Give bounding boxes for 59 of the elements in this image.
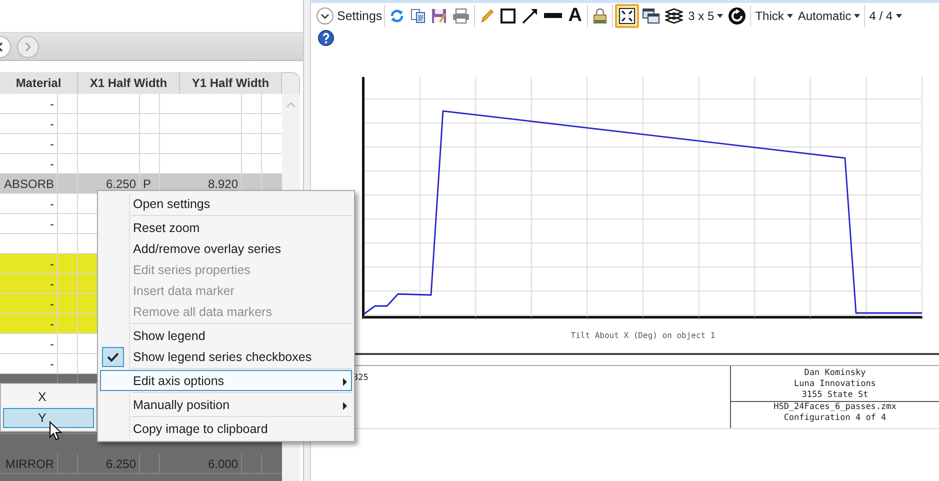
menu-item-label: Open settings xyxy=(133,196,210,210)
table-cell: - xyxy=(50,296,54,310)
dropdown-button[interactable]: 4 / 4 xyxy=(867,5,904,27)
table-cell: - xyxy=(50,256,54,270)
table-cell: P xyxy=(143,176,152,190)
menu-item[interactable]: Add/remove overlay series xyxy=(100,238,352,259)
table-cell: - xyxy=(50,156,54,170)
menu-item-label: Manually position xyxy=(133,398,230,412)
text-tool-button[interactable]: A xyxy=(565,4,586,28)
table-row[interactable]: - xyxy=(0,94,282,114)
menu-item-label: Add/remove overlay series xyxy=(133,242,281,256)
menu-item[interactable]: Copy image to clipboard xyxy=(100,418,352,439)
axis-title: Tilt About X (Deg) on object 1 xyxy=(570,331,716,340)
table-cell: - xyxy=(50,356,54,370)
table-cell: MIRROR xyxy=(5,456,54,470)
title-block-text: 3155 State St xyxy=(802,390,868,401)
table-cell: 6.250 xyxy=(106,456,136,470)
table-cell: - xyxy=(50,196,54,210)
table-cell: - xyxy=(50,276,54,290)
column-header[interactable]: X1 Half Width xyxy=(78,72,180,94)
menu-item-label: Edit axis options xyxy=(133,374,224,388)
menu-item-label: Show legend xyxy=(133,328,206,342)
menu-item[interactable]: X xyxy=(3,387,94,407)
title-block-text: Luna Innovations xyxy=(794,379,876,390)
table-cell: 8.920 xyxy=(208,176,238,190)
table-cell: - xyxy=(50,136,54,150)
menu-item[interactable]: Reset zoom xyxy=(100,217,352,238)
table-cell: ABSORB xyxy=(4,176,54,190)
table-cell: - xyxy=(50,316,54,330)
menu-item-label: Edit series properties xyxy=(133,262,250,276)
menu-item[interactable]: Open settings xyxy=(100,193,352,214)
table-cell: 6.000 xyxy=(208,456,238,470)
table-row[interactable]: - xyxy=(0,134,282,154)
column-header[interactable]: Y1 Half Width xyxy=(180,72,282,94)
settings-label: Settings xyxy=(337,9,382,23)
title-block-text: HSD_24Faces_6_passes.zmx xyxy=(774,402,896,413)
table-cell: - xyxy=(50,116,54,130)
dropdown-button[interactable]: Automatic xyxy=(796,5,862,27)
table-cell: - xyxy=(50,216,54,230)
column-header[interactable]: Material xyxy=(0,72,78,94)
menu-item-label: Copy image to clipboard xyxy=(133,422,268,436)
menu-item[interactable]: Show legend series checkboxes xyxy=(100,346,352,367)
table-row[interactable]: - xyxy=(0,154,282,174)
menu-item[interactable]: Manually position xyxy=(100,394,352,415)
menu-item[interactable]: Y xyxy=(3,408,94,428)
menu-item-label: Reset zoom xyxy=(133,220,200,234)
dropdown-button[interactable]: 3 x 5 xyxy=(686,5,726,27)
menu-item[interactable]: Show legend xyxy=(100,325,352,346)
title-block-text: Configuration 4 of 4 xyxy=(784,413,886,424)
dropdown-button[interactable]: Thick xyxy=(753,5,795,27)
table-row[interactable]: - xyxy=(0,114,282,134)
menu-item-label: Remove all data markers xyxy=(133,304,272,318)
table-cell: - xyxy=(50,96,54,110)
table-cell: 6.250 xyxy=(106,176,136,190)
title-block-text: Dan Kominsky xyxy=(804,368,866,379)
menu-item-label: Show legend series checkboxes xyxy=(133,350,312,364)
menu-item[interactable]: Edit axis options xyxy=(100,370,352,391)
table-cell: - xyxy=(50,336,54,350)
menu-item-label: Insert data marker xyxy=(133,284,234,298)
